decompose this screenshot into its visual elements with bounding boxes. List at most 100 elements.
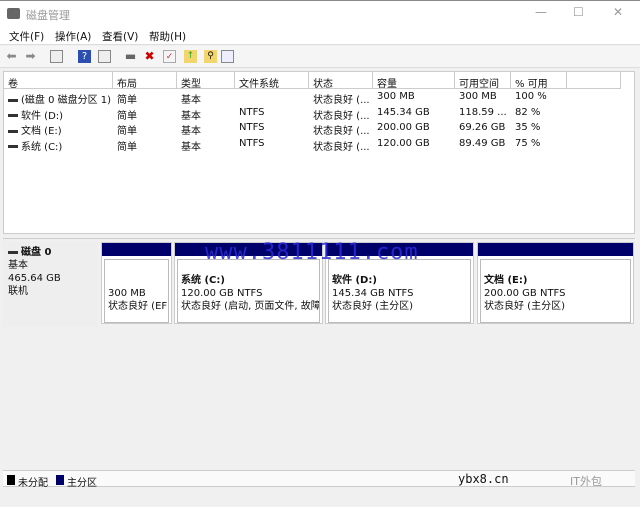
partition-status: 状态良好 (EFI <box>108 301 169 312</box>
partition-size: 120.00 GB NTFS <box>181 288 263 299</box>
volume-icon <box>8 114 18 117</box>
partition-status: 状态良好 (主分区) <box>484 301 565 312</box>
menu-help[interactable]: 帮助(H) <box>149 29 186 44</box>
close-button[interactable]: ✕ <box>613 5 623 19</box>
watermark-site: www.3811111.com <box>205 240 419 265</box>
legend: 未分配 主分区 ybx8.cn IT外包 <box>3 470 635 489</box>
menu-file[interactable]: 文件(F) <box>9 29 44 44</box>
cell-text: 简单 <box>117 95 137 106</box>
delete-icon[interactable]: ✖ <box>143 50 156 63</box>
cell-type: 基本 <box>181 122 201 137</box>
cell-volume: 软件 (D:) <box>8 107 63 122</box>
partition-0[interactable]: 300 MB 状态良好 (EFI <box>101 242 172 324</box>
cell-capacity: 200.00 GB <box>377 122 430 133</box>
cell-text: (磁盘 0 磁盘分区 1) <box>21 95 112 106</box>
folder-search-icon[interactable]: ⚲ <box>204 50 217 63</box>
cell-text: 基本 <box>181 95 201 106</box>
cell-status: 状态良好 (... <box>313 107 370 122</box>
minimize-button[interactable]: — <box>535 5 547 19</box>
column-header-percent-free[interactable]: % 可用 <box>511 72 567 90</box>
column-header-layout[interactable]: 布局 <box>113 72 177 90</box>
partition-name: 文档 (E:) <box>484 275 528 286</box>
column-header-volume[interactable]: 卷 <box>4 72 113 90</box>
cell-type: 基本 <box>181 138 201 153</box>
cell-percent-free: 75 % <box>515 138 540 149</box>
volume-icon <box>8 98 18 102</box>
disk-name: 磁盘 0 <box>21 247 52 258</box>
table-row[interactable]: 系统 (C:) 简单 基本 NTFS 状态良好 (... 120.00 GB 89.49 G… <box>4 138 634 153</box>
cell-text: 82 % <box>515 106 541 118</box>
disk-status: 联机 <box>8 286 28 297</box>
forward-icon[interactable]: ➡ <box>24 50 37 63</box>
cell-status: 状态良好 (... <box>313 138 370 153</box>
window-title: 磁盘管理 <box>26 9 70 22</box>
cell-capacity: 145.34 GB <box>377 107 430 118</box>
properties-view-icon[interactable] <box>98 50 111 63</box>
legend-swatch-unallocated <box>7 475 15 485</box>
cell-free-space: 89.49 GB <box>459 138 505 149</box>
legend-unallocated: 未分配 <box>18 478 48 489</box>
cell-percent-free: 82 % <box>515 107 540 118</box>
disk-0-label[interactable]: 磁盘 0 基本 465.64 GB 联机 <box>3 241 98 327</box>
cell-text: NTFS <box>239 122 265 133</box>
legend-swatch-primary <box>56 475 64 485</box>
cell-percent-free: 35 % <box>515 122 540 133</box>
cell-free-space: 118.59 ... <box>459 107 507 118</box>
cell-layout: 简单 <box>117 138 137 153</box>
cell-text: 200.00 GB <box>377 122 430 133</box>
cell-filesystem: NTFS <box>239 107 265 118</box>
cell-text: 300 MB <box>459 91 497 102</box>
partition-status: 状态良好 (启动, 页面文件, 故障 <box>181 301 320 312</box>
volume-icon <box>8 145 18 148</box>
partition-name: 软件 (D:) <box>332 275 377 286</box>
check-icon[interactable]: ✓ <box>163 50 176 63</box>
cell-text: 系统 (C:) <box>21 141 63 153</box>
cell-text: 100 % <box>515 91 547 102</box>
partition-3[interactable]: 文档 (E:) 200.00 GB NTFS 状态良好 (主分区) <box>477 242 634 324</box>
settings-icon[interactable] <box>221 50 234 63</box>
connect-disk-icon[interactable]: ▬ <box>124 50 137 63</box>
cell-text: 文档 (E:) <box>21 126 62 137</box>
table-row[interactable]: 软件 (D:) 简单 基本 NTFS 状态良好 (... 145.34 GB 118.59 … <box>4 107 634 122</box>
cell-text: 120.00 GB <box>377 137 430 149</box>
volume-icon <box>8 129 18 133</box>
cell-status: 状态良好 (... <box>313 122 370 137</box>
partition-bar <box>478 243 633 256</box>
menu-view[interactable]: 查看(V) <box>102 29 138 44</box>
volume-list: 卷 布局 类型 文件系统 状态 容量 可用空间 % 可用 (磁盘 0 磁盘分区 … <box>3 71 635 234</box>
cell-text: 300 MB <box>377 91 415 102</box>
table-row[interactable]: 文档 (E:) 简单 基本 NTFS 状态良好 (... 200.00 GB 69.26 G… <box>4 122 634 137</box>
back-icon[interactable]: ⬅ <box>5 50 18 63</box>
cell-text: NTFS <box>239 106 265 118</box>
cell-text: 状态良好 (... <box>313 95 370 106</box>
help-icon[interactable]: ? <box>78 50 91 63</box>
cell-text: 基本 <box>181 141 201 153</box>
disk-size: 465.64 GB <box>8 273 61 284</box>
partition-body: 软件 (D:) 145.34 GB NTFS 状态良好 (主分区) <box>328 259 471 323</box>
cell-text: NTFS <box>239 137 265 149</box>
cell-layout: 简单 <box>117 107 137 122</box>
cell-text: 简单 <box>117 141 137 153</box>
column-header-filesystem[interactable]: 文件系统 <box>235 72 309 90</box>
cell-volume: 文档 (E:) <box>8 122 62 137</box>
column-header-capacity[interactable]: 容量 <box>373 72 455 90</box>
cell-volume: 系统 (C:) <box>8 138 62 153</box>
cell-free-space: 300 MB <box>459 91 497 102</box>
column-header-type[interactable]: 类型 <box>177 72 235 90</box>
column-header-status[interactable]: 状态 <box>309 72 373 90</box>
table-row[interactable]: (磁盘 0 磁盘分区 1) 简单 基本 状态良好 (... 300 MB 300 MB 10… <box>4 91 634 106</box>
cell-text: 简单 <box>117 110 137 122</box>
cell-text: 状态良好 (... <box>313 141 370 153</box>
menu-action[interactable]: 操作(A) <box>55 29 91 44</box>
maximize-button[interactable]: ☐ <box>573 5 584 19</box>
partition-body: 300 MB 状态良好 (EFI <box>104 259 169 323</box>
watermark-ybx8: ybx8.cn <box>458 472 509 486</box>
partition-body: 系统 (C:) 120.00 GB NTFS 状态良好 (启动, 页面文件, 故障 <box>177 259 320 323</box>
partition-size: 145.34 GB NTFS <box>332 288 414 299</box>
console-tree-icon[interactable] <box>50 50 63 63</box>
folder-up-icon[interactable]: ↑ <box>184 50 197 63</box>
cell-type: 基本 <box>181 91 201 106</box>
cell-filesystem: NTFS <box>239 122 265 133</box>
column-header-free-space[interactable]: 可用空间 <box>455 72 511 90</box>
disk-icon <box>8 250 18 254</box>
